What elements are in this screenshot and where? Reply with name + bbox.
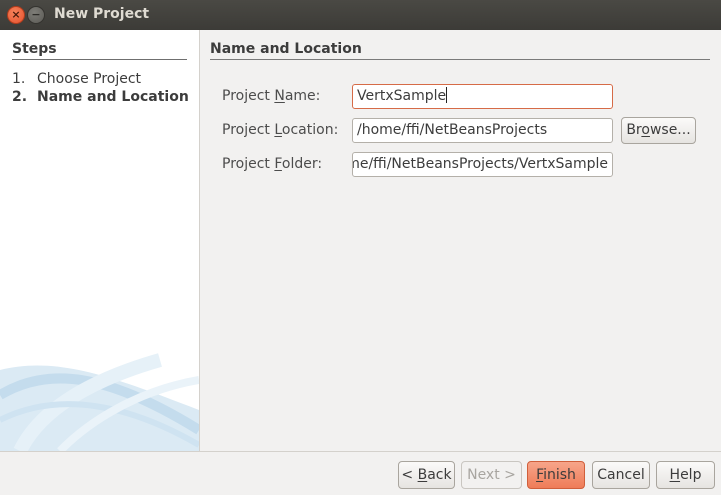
project-name-input[interactable]: VertxSample (352, 84, 613, 109)
project-name-label: Project Name: (222, 88, 321, 104)
project-location-input[interactable]: /home/ffi/NetBeansProjects (352, 118, 613, 143)
minimize-window-button[interactable]: − (27, 6, 45, 24)
steps-panel: Steps 1. Choose Project 2. Name and Locati… (0, 30, 199, 451)
step-number: 2. (12, 89, 28, 105)
close-window-button[interactable]: × (7, 6, 25, 24)
step-number: 1. (12, 71, 26, 87)
decorative-swoosh-graphic (0, 353, 199, 451)
step-label: Name and Location (37, 89, 189, 105)
step-label: Choose Project (37, 71, 142, 87)
close-icon: × (11, 8, 21, 21)
section-title: Name and Location (210, 41, 362, 57)
back-button[interactable]: < Back (398, 461, 455, 489)
window-title: New Project (54, 6, 150, 22)
minimize-icon: − (31, 8, 41, 21)
next-button: Next > (461, 461, 522, 489)
panel-divider (199, 30, 200, 451)
project-folder-label: Project Folder: (222, 156, 323, 172)
project-folder-input[interactable]: /home/ffi/NetBeansProjects/VertxSample (352, 152, 613, 177)
title-bar: × − New Project (0, 0, 721, 30)
help-button[interactable]: Help (656, 461, 715, 489)
step-item-name-and-location: 2. Name and Location (12, 89, 189, 105)
cancel-button[interactable]: Cancel (592, 461, 650, 489)
browse-button[interactable]: Browse... (621, 117, 696, 144)
section-divider (210, 59, 710, 60)
button-bar-divider (0, 451, 721, 452)
project-location-label: Project Location: (222, 122, 339, 138)
steps-heading: Steps (12, 41, 57, 57)
step-item-choose-project: 1. Choose Project (12, 71, 141, 87)
text-caret (446, 87, 448, 103)
steps-divider (12, 59, 187, 60)
finish-button[interactable]: Finish (527, 461, 585, 489)
